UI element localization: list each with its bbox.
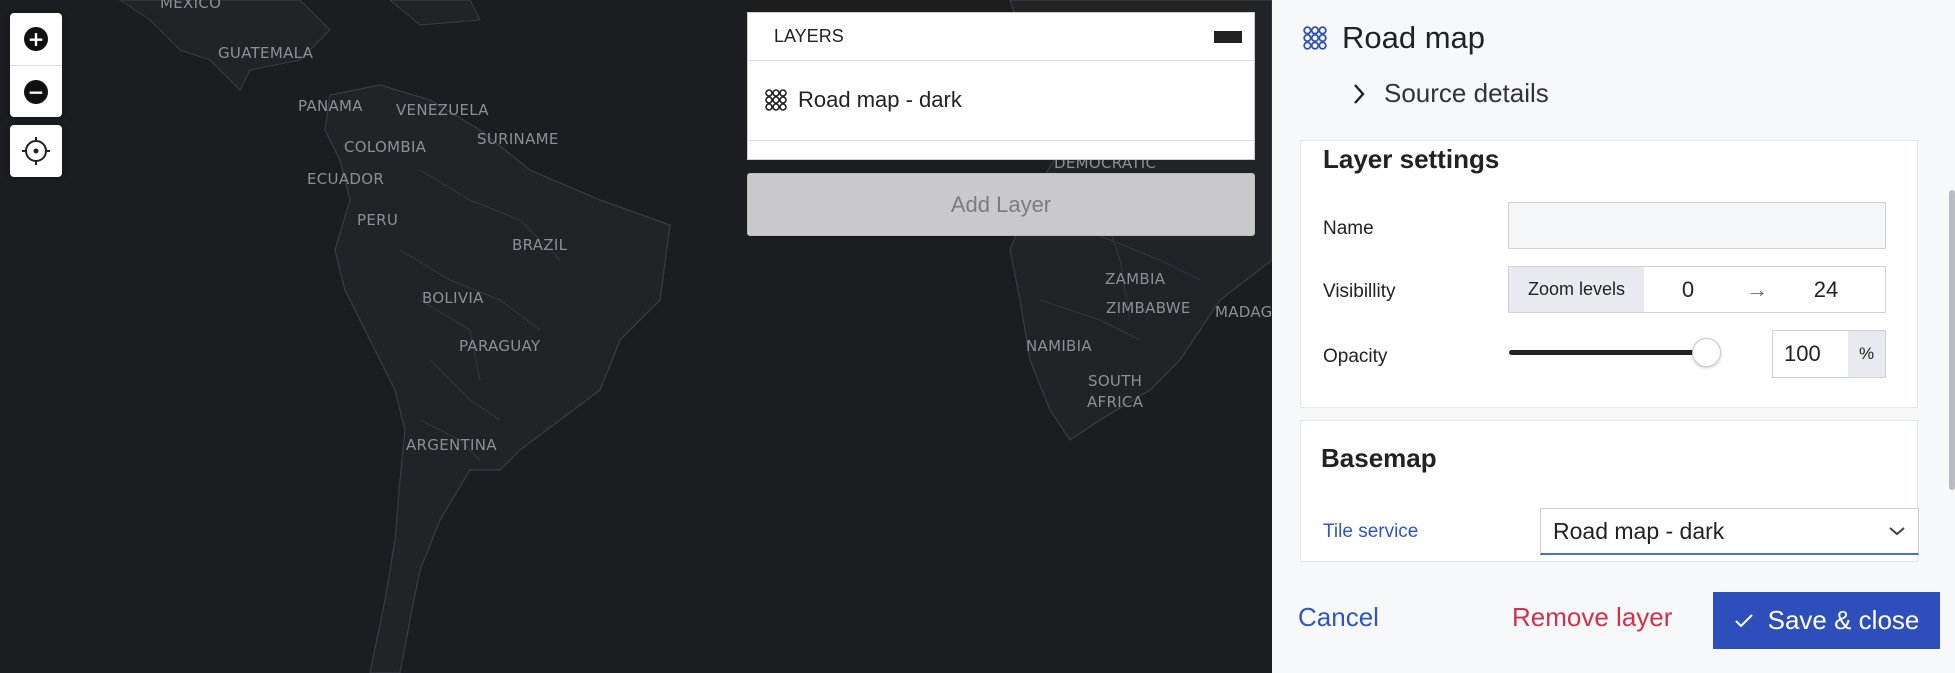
chevron-down-icon (1889, 527, 1905, 536)
sidebar-title: Road map (1342, 20, 1486, 55)
map-label-peru: PERU (357, 211, 399, 229)
layer-list-item-label: Road map - dark (798, 87, 962, 112)
basemap-title: Basemap (1321, 443, 1437, 473)
chevron-right-icon (1354, 83, 1365, 104)
crosshair-icon (22, 137, 50, 165)
zoom-out-button[interactable]: − (10, 65, 62, 117)
zoom-in-button[interactable]: + (10, 13, 62, 65)
save-close-label: Save & close (1767, 605, 1920, 635)
grid-icon (765, 89, 787, 111)
opacity-unit: % (1848, 331, 1885, 377)
arrow-right-icon: → (1746, 276, 1768, 302)
name-input[interactable] (1508, 202, 1886, 249)
map-label-paraguay: PARAGUAY (459, 337, 541, 355)
opacity-slider-thumb[interactable] (1692, 338, 1721, 367)
check-icon (1734, 613, 1753, 627)
zoom-levels-tag: Zoom levels (1509, 267, 1644, 312)
layer-settings-card: Layer settings Name Visibillity Zoom lev… (1300, 140, 1918, 408)
cancel-button[interactable]: Cancel (1298, 602, 1379, 633)
name-label: Name (1323, 218, 1374, 239)
layer-settings-sidebar: Road map Source details Layer settings N… (1272, 0, 1955, 673)
map-label-namibia: NAMIBIA (1026, 337, 1092, 355)
source-details-label: Source details (1384, 78, 1549, 108)
remove-layer-button[interactable]: Remove layer (1512, 602, 1672, 633)
map-label-venezuela: VENEZUELA (396, 101, 489, 119)
map-view[interactable]: MEXICO GUATEMALA PANAMA VENEZUELA COLOMB… (0, 0, 1272, 673)
zoom-min-input[interactable]: 0 (1644, 267, 1732, 312)
minus-icon: − (24, 79, 48, 104)
map-label-brazil: BRAZIL (512, 236, 568, 254)
zoom-max-input[interactable]: 24 (1782, 267, 1870, 312)
plus-icon: + (24, 27, 48, 51)
map-label-south: SOUTH (1088, 372, 1143, 390)
map-label-guatemala: GUATEMALA (218, 44, 314, 62)
tile-service-select[interactable]: Road map - dark (1540, 508, 1919, 555)
layers-panel-title: LAYERS (774, 26, 844, 46)
map-label-suriname: SURINAME (477, 130, 559, 148)
add-layer-button[interactable]: Add Layer (747, 173, 1255, 236)
collapse-panel-button[interactable] (1214, 30, 1242, 43)
tile-service-value: Road map - dark (1553, 517, 1725, 544)
map-label-africa: AFRICA (1087, 393, 1144, 411)
tile-service-label: Tile service (1323, 521, 1419, 542)
opacity-field: 100 % (1772, 330, 1886, 378)
visibility-label: Visibillity (1323, 281, 1396, 302)
map-label-argentina: ARGENTINA (406, 436, 497, 454)
layer-list-item[interactable]: Road map - dark (748, 60, 1254, 141)
save-close-button[interactable]: Save & close (1713, 592, 1940, 649)
sidebar-header: Road map (1302, 20, 1485, 56)
map-label-madagascar: MADAG (1215, 303, 1272, 321)
map-label-zambia: ZAMBIA (1105, 270, 1166, 288)
map-label-zimbabwe: ZIMBABWE (1106, 299, 1191, 317)
opacity-slider-track[interactable] (1509, 350, 1704, 355)
map-label-bolivia: BOLIVIA (422, 289, 484, 307)
locate-button[interactable] (10, 125, 62, 177)
layers-panel-header: LAYERS (748, 13, 1254, 61)
layer-settings-title: Layer settings (1323, 144, 1500, 174)
grid-icon (1303, 26, 1327, 50)
zoom-range-field: Zoom levels 0 → 24 (1508, 266, 1886, 313)
basemap-card: Basemap Tile service Road map - dark (1300, 420, 1919, 562)
opacity-input[interactable]: 100 (1773, 331, 1848, 377)
map-label-mexico: MEXICO (160, 0, 222, 12)
source-details-toggle[interactable]: Source details (1352, 78, 1549, 109)
map-label-colombia: COLOMBIA (344, 138, 427, 156)
sidebar-scrollbar[interactable] (1949, 190, 1955, 490)
map-label-ecuador: ECUADOR (307, 170, 385, 188)
zoom-controls: + − (10, 13, 62, 117)
layers-panel: LAYERS Road map - dark (747, 12, 1255, 160)
opacity-label: Opacity (1323, 346, 1388, 367)
map-label-panama: PANAMA (298, 97, 363, 115)
